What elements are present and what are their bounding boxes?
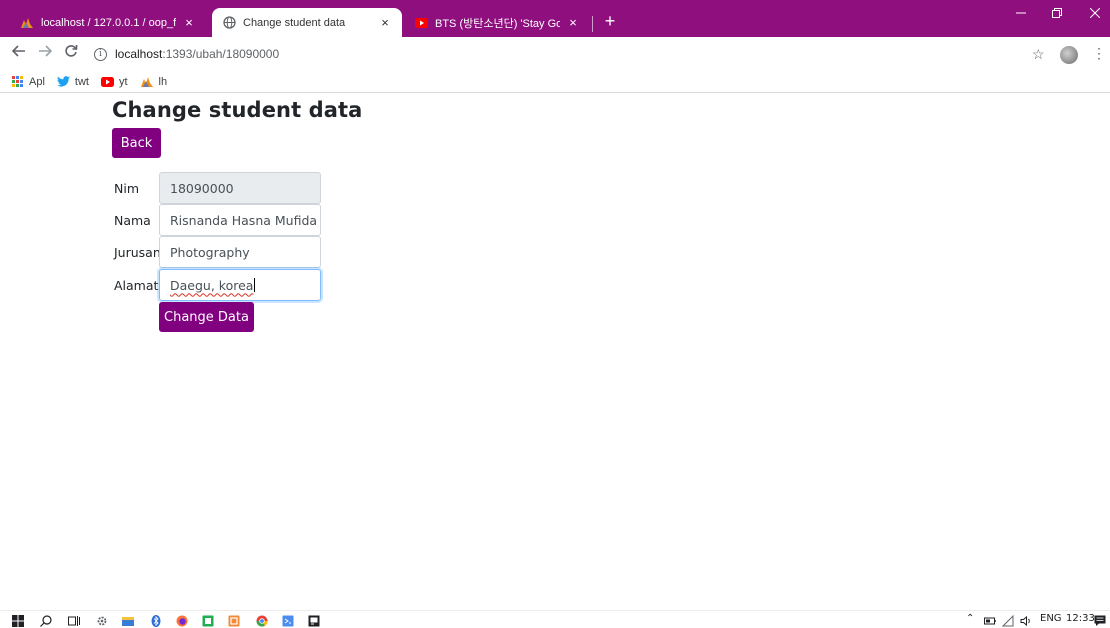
nama-field[interactable]: Risnanda Hasna Mufida xyxy=(159,204,321,236)
page-content: Change student data Back Nim 18090000 Na… xyxy=(0,93,1110,593)
nim-label: Nim xyxy=(114,180,139,196)
bookmark-label: yt xyxy=(118,75,128,88)
orange-app-icon[interactable] xyxy=(228,614,240,627)
nama-label: Nama xyxy=(114,212,151,228)
windows-start-icon[interactable] xyxy=(12,614,24,627)
page-title: Change student data xyxy=(112,98,363,122)
nama-value: Risnanda Hasna Mufida xyxy=(170,212,318,228)
tab-title: BTS (방탄소년단) 'Stay Gold' Offi xyxy=(435,17,560,30)
terminal-app-icon[interactable] xyxy=(308,614,320,627)
profile-avatar[interactable] xyxy=(1060,46,1078,64)
alamat-value: Daegu, korea xyxy=(170,277,254,293)
jurusan-label: Jurusan xyxy=(114,244,161,260)
jurusan-value: Photography xyxy=(170,244,250,260)
wifi-icon[interactable] xyxy=(1001,614,1014,627)
back-arrow-icon[interactable] xyxy=(8,43,30,65)
battery-icon[interactable] xyxy=(984,614,996,626)
tab-separator xyxy=(592,16,593,32)
language-indicator[interactable]: ENG xyxy=(1040,613,1062,624)
alamat-label: Alamat xyxy=(114,277,159,293)
bookmark-lh[interactable]: lh xyxy=(140,75,168,88)
bookmark-label: Apl xyxy=(29,75,45,88)
firefox-icon[interactable] xyxy=(176,614,188,627)
bookmark-label: twt xyxy=(74,75,89,88)
kebab-menu-icon[interactable]: ⋮ xyxy=(1092,45,1106,62)
bookmark-twt[interactable]: twt xyxy=(56,75,89,88)
minimize-icon[interactable] xyxy=(1006,6,1036,21)
close-tab-icon[interactable]: × xyxy=(566,15,580,30)
alamat-field[interactable]: Daegu, korea xyxy=(159,269,321,301)
youtube-icon xyxy=(414,16,428,30)
task-view-icon[interactable] xyxy=(68,614,80,626)
search-icon[interactable] xyxy=(40,614,52,627)
tab-phpmyadmin[interactable]: localhost / 127.0.0.1 / oop_for_u × xyxy=(10,8,206,37)
phpmyadmin-icon xyxy=(20,16,34,30)
info-icon[interactable]: i xyxy=(94,47,107,61)
address-toolbar: i localhost:1393/ubah/18090000 ☆ ⋮ xyxy=(0,37,1110,71)
tab-bts-video[interactable]: BTS (방탄소년단) 'Stay Gold' Offi × xyxy=(404,8,590,37)
close-window-icon[interactable] xyxy=(1080,6,1110,21)
bookmarks-bar: Apl twt yt lh xyxy=(0,71,1110,93)
settings-icon[interactable] xyxy=(96,614,108,626)
address-host: localhost xyxy=(115,47,163,61)
address-bar[interactable]: i localhost:1393/ubah/18090000 xyxy=(94,42,279,66)
jurusan-field[interactable]: Photography xyxy=(159,236,321,268)
text-caret xyxy=(254,278,256,292)
form-row-nim: Nim xyxy=(114,172,159,204)
form-row-jurusan: Jurusan xyxy=(114,236,161,268)
bookmark-label: lh xyxy=(158,75,168,88)
chrome-icon[interactable] xyxy=(256,614,268,627)
phpmyadmin-icon xyxy=(140,76,154,88)
tray-chevron-icon[interactable]: ⌃ xyxy=(966,613,974,624)
youtube-icon xyxy=(100,76,114,87)
close-tab-icon[interactable]: × xyxy=(182,15,196,30)
file-explorer-icon[interactable] xyxy=(122,614,134,626)
bluetooth-app-icon[interactable] xyxy=(150,614,162,627)
bookmark-star-icon[interactable]: ☆ xyxy=(1032,46,1045,63)
vscode-icon[interactable] xyxy=(282,614,294,627)
globe-icon xyxy=(222,16,236,30)
tab-change-student-data[interactable]: Change student data × xyxy=(212,8,402,37)
windows-taskbar: ⌃ ENG 12:33 xyxy=(0,610,1110,628)
tab-title: Change student data xyxy=(243,16,346,29)
bookmark-apl[interactable]: Apl xyxy=(12,75,45,88)
green-app-icon[interactable] xyxy=(202,614,214,627)
change-data-button[interactable]: Change Data xyxy=(159,302,254,332)
volume-icon[interactable] xyxy=(1020,614,1032,627)
form-row-nama: Nama xyxy=(114,204,159,236)
address-path: :1393/ubah/18090000 xyxy=(162,47,280,61)
back-button[interactable]: Back xyxy=(112,128,161,158)
clock[interactable]: 12:33 xyxy=(1066,613,1095,624)
nim-field[interactable]: 18090000 xyxy=(159,172,321,204)
forward-arrow-icon[interactable] xyxy=(34,43,56,65)
nim-value: 18090000 xyxy=(170,180,234,196)
form-row-alamat: Alamat xyxy=(114,269,159,301)
apps-grid-icon xyxy=(12,75,24,88)
tab-strip: localhost / 127.0.0.1 / oop_for_u × Chan… xyxy=(0,0,1110,37)
twitter-icon xyxy=(56,76,70,87)
tab-title: localhost / 127.0.0.1 / oop_for_u xyxy=(41,16,176,29)
restore-icon[interactable] xyxy=(1042,6,1072,21)
close-tab-icon[interactable]: × xyxy=(378,15,392,30)
bookmark-yt[interactable]: yt xyxy=(100,75,128,88)
notification-icon[interactable] xyxy=(1094,614,1106,626)
reload-icon[interactable] xyxy=(60,43,82,65)
new-tab-button[interactable]: + xyxy=(600,10,620,32)
